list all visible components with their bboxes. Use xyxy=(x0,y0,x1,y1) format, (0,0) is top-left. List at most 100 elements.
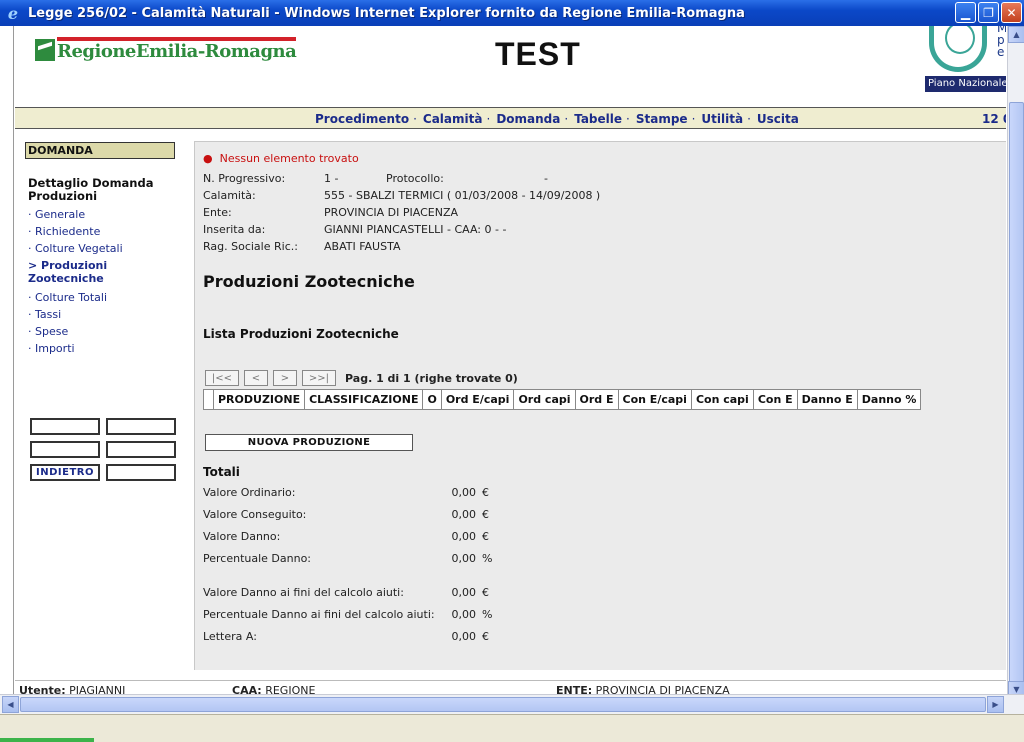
ie-icon: e xyxy=(7,3,19,23)
nav-item-calamit[interactable]: Calamità xyxy=(423,112,483,126)
table-header-cell: Danno % xyxy=(856,389,922,410)
pager-first-button[interactable]: |<< xyxy=(205,370,239,386)
info-row-ragsoc: Rag. Sociale Ric.: ABATI FAUSTA xyxy=(203,238,600,255)
calamita-label: Calamità: xyxy=(203,189,256,202)
sidebar-empty-button[interactable] xyxy=(106,464,176,481)
totals-title: Totali xyxy=(203,465,240,479)
nav-item-utilit[interactable]: Utilità xyxy=(701,112,743,126)
ragsoc-value: ABATI FAUSTA xyxy=(324,240,401,253)
restore-button[interactable]: ❐ xyxy=(978,2,999,23)
minimize-button[interactable]: ▁ xyxy=(955,2,976,23)
italian-emblem-icon xyxy=(929,26,987,72)
totals-value: 0,00 xyxy=(451,586,477,599)
totals-value: 0,00 xyxy=(451,508,477,521)
scroll-up-icon[interactable]: ▲ xyxy=(1008,26,1024,43)
totals-unit: € xyxy=(482,486,489,499)
sidebar-link[interactable]: · Richiedente xyxy=(28,223,183,240)
main-content: ● Nessun elemento trovato N. Progressivo:… xyxy=(194,141,1006,670)
window-titlebar: e Legge 256/02 - Calamità Naturali - Win… xyxy=(0,0,1024,26)
table-header-cell xyxy=(203,389,214,410)
pn-side-text: Mpe xyxy=(997,26,1006,58)
sidebar-link[interactable]: · Importi xyxy=(28,340,183,357)
nav-item-uscita[interactable]: Uscita xyxy=(757,112,799,126)
totals-value: 0,00 xyxy=(451,630,477,643)
table-header-cell: PRODUZIONE xyxy=(212,389,306,410)
totals-list: Valore Ordinario: 0,00 € Valore Conseguito:… xyxy=(203,482,492,648)
browser-viewport: RegioneEmilia-Romagna TEST Mpe Piano Naz… xyxy=(0,26,1024,720)
close-window-button[interactable]: ✕ xyxy=(1001,2,1022,23)
page: RegioneEmilia-Romagna TEST Mpe Piano Naz… xyxy=(15,26,1006,698)
nav-item-domanda[interactable]: Domanda xyxy=(496,112,560,126)
vertical-scrollbar[interactable]: ▲ ▼ xyxy=(1007,26,1024,720)
sidebar-link[interactable]: · Spese xyxy=(28,323,183,340)
sidebar-empty-button[interactable] xyxy=(30,418,100,435)
info-row-calamita: Calamità: 555 - SBALZI TERMICI ( 01/03/2… xyxy=(203,187,600,204)
pager-last-button[interactable]: >>| xyxy=(302,370,336,386)
pager-status: Pag. 1 di 1 (righe trovate 0) xyxy=(345,371,518,385)
sidebar-empty-button[interactable] xyxy=(30,441,100,458)
info-row-inserita: Inserita da: GIANNI PIANCASTELLI - CAA: … xyxy=(203,221,600,238)
totals-row: Lettera A: 0,00 € xyxy=(203,626,492,648)
sidebar-link[interactable]: > Produzioni Zootecniche xyxy=(28,259,183,285)
regione-logo-text: RegioneEmilia-Romagna xyxy=(57,37,297,62)
sidebar-section-box: DOMANDA xyxy=(25,142,175,159)
indietro-button[interactable]: INDIETRO xyxy=(30,464,100,481)
nav-item-stampe[interactable]: Stampe xyxy=(636,112,688,126)
sidebar-link[interactable]: · Tassi xyxy=(28,306,183,323)
table-header-cell: Con E/capi xyxy=(617,389,692,410)
totals-label: Valore Conseguito: xyxy=(203,508,307,521)
totals-label: Valore Danno ai fini del calcolo aiuti: xyxy=(203,586,404,599)
regione-logo-mark-icon xyxy=(35,38,55,61)
totals-value: 0,00 xyxy=(451,552,477,565)
scroll-left-icon[interactable]: ◀ xyxy=(2,696,19,713)
inserita-value: GIANNI PIANCASTELLI - CAA: 0 - - xyxy=(324,223,507,236)
ente-value: PROVINCIA DI PIACENZA xyxy=(324,206,459,219)
totals-unit: € xyxy=(482,630,489,643)
totals-label: Valore Ordinario: xyxy=(203,486,296,499)
totals-row: Valore Conseguito: 0,00 € xyxy=(203,504,492,526)
sidebar-empty-button[interactable] xyxy=(106,418,176,435)
nav-item-procedimento[interactable]: Procedimento xyxy=(315,112,409,126)
page-title: Produzioni Zootecniche xyxy=(203,272,415,291)
table-header-cell: CLASSIFICAZIONE xyxy=(304,389,424,410)
nav-separator: · xyxy=(626,112,630,126)
totals-unit: € xyxy=(482,586,489,599)
table-header-cell: Ord E xyxy=(574,389,619,410)
window-title: Legge 256/02 - Calamità Naturali - Windo… xyxy=(28,5,745,21)
nuova-produzione-button[interactable]: NUOVA PRODUZIONE xyxy=(205,434,413,451)
vertical-scroll-thumb[interactable] xyxy=(1009,102,1024,702)
pager-prev-button[interactable]: < xyxy=(244,370,268,386)
totals-value: 0,00 xyxy=(451,608,477,621)
nav-separator: · xyxy=(486,112,491,126)
horizontal-scroll-thumb[interactable] xyxy=(20,697,986,712)
browser-status-bar xyxy=(0,714,1024,742)
scroll-right-icon[interactable]: ▶ xyxy=(987,696,1004,713)
ragsoc-label: Rag. Sociale Ric.: xyxy=(203,240,298,253)
progressivo-label: N. Progressivo: xyxy=(203,172,286,185)
totals-row: Percentuale Danno: 0,00% xyxy=(203,548,492,570)
totals-unit: % xyxy=(482,552,493,565)
bullet-icon: ● xyxy=(203,152,213,165)
totals-unit: € xyxy=(482,530,489,543)
pager-next-button[interactable]: > xyxy=(273,370,297,386)
sidebar-empty-button[interactable] xyxy=(106,441,176,458)
nav-date: 12 0 xyxy=(982,112,1006,126)
pager: |<< < > >>| Pag. 1 di 1 (righe trovate 0… xyxy=(205,370,518,386)
calamita-value: 555 - SBALZI TERMICI ( 01/03/2008 - 14/0… xyxy=(324,189,601,202)
protocollo-value: - xyxy=(544,172,548,185)
table-header-cell: Ord E/capi xyxy=(440,389,515,410)
error-message: ● Nessun elemento trovato xyxy=(203,152,359,165)
sidebar-link[interactable]: · Colture Vegetali xyxy=(28,240,183,257)
regione-logo[interactable]: RegioneEmilia-Romagna xyxy=(35,37,297,62)
domanda-info: N. Progressivo: 1 - Protocollo: - Calami… xyxy=(203,170,600,255)
nav-separator: · xyxy=(747,112,751,126)
info-row-ente: Ente: PROVINCIA DI PIACENZA xyxy=(203,204,600,221)
sidebar-link[interactable]: · Generale xyxy=(28,206,183,223)
nav-item-tabelle[interactable]: Tabelle xyxy=(574,112,622,126)
window-controls: ▁ ❐ ✕ xyxy=(955,2,1022,23)
sidebar-link[interactable]: · Colture Totali xyxy=(28,289,183,306)
horizontal-scrollbar[interactable]: ◀ ▶ xyxy=(0,694,1024,714)
ente-label: Ente: xyxy=(203,206,232,219)
nav-separator: · xyxy=(564,112,569,126)
totals-unit: € xyxy=(482,508,489,521)
